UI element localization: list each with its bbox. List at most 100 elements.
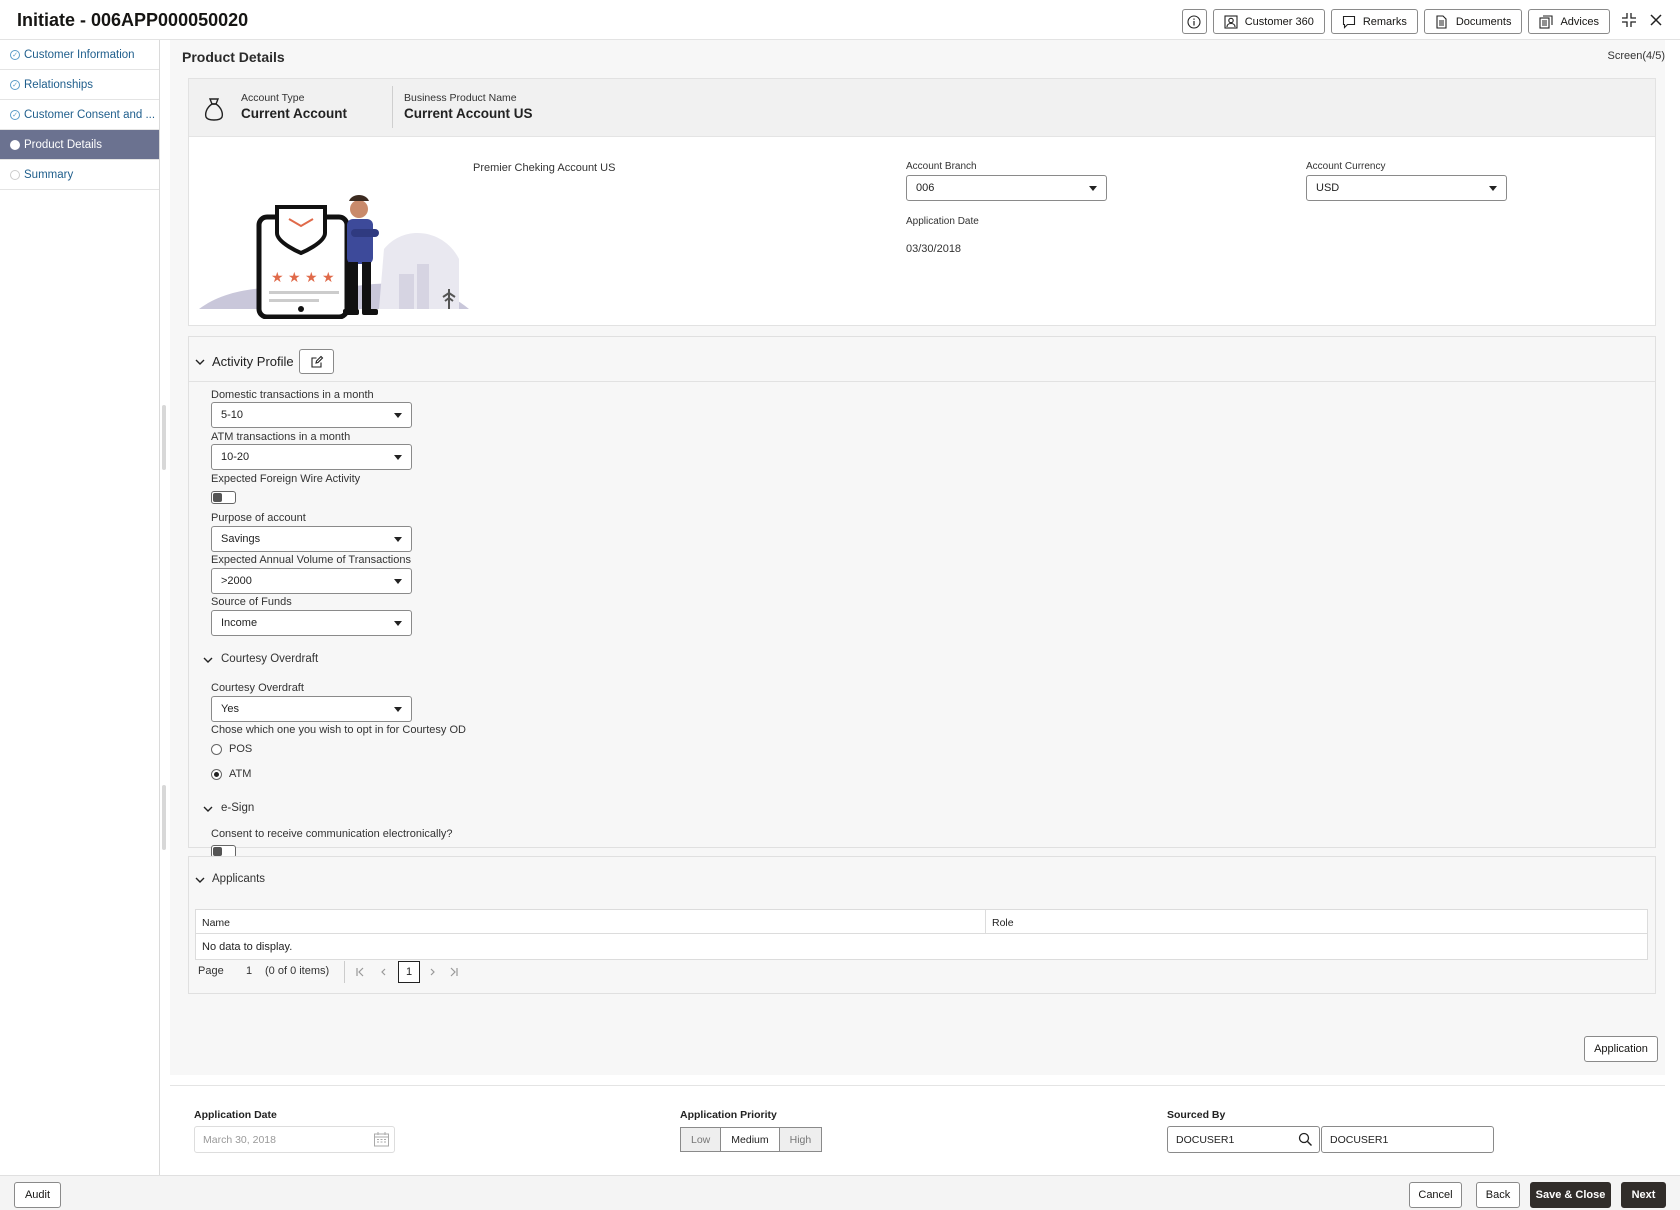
application-date-label: Application Date <box>906 216 979 227</box>
nav-item-customer-consent[interactable]: ✓ Customer Consent and ... <box>0 100 159 130</box>
activity-profile-section: Activity Profile Domestic transactions i… <box>188 336 1656 858</box>
account-branch-value: 006 <box>916 182 935 194</box>
search-icon[interactable] <box>1298 1132 1313 1147</box>
previous-page-icon[interactable] <box>379 967 389 977</box>
first-page-icon[interactable] <box>355 967 365 977</box>
remarks-button[interactable]: Remarks <box>1330 9 1418 34</box>
chevron-down-icon[interactable] <box>203 804 213 814</box>
dropdown-caret-icon <box>394 707 402 712</box>
courtesy-overdraft-select[interactable]: Yes <box>211 696 412 722</box>
priority-low[interactable]: Low <box>680 1127 722 1152</box>
account-type-label: Account Type <box>241 92 305 104</box>
priority-medium[interactable]: Medium <box>720 1127 780 1152</box>
customer-360-label: Customer 360 <box>1244 15 1314 28</box>
product-illustration: ★ ★ ★ ★ <box>199 195 469 319</box>
check-icon: ✓ <box>10 109 20 120</box>
document-icon <box>1436 14 1447 29</box>
nav-item-summary[interactable]: Summary <box>0 160 159 190</box>
table-header: Name Role <box>196 910 1647 934</box>
audit-button[interactable]: Audit <box>14 1182 61 1208</box>
advices-label: Advices <box>1560 15 1599 28</box>
applicants-section: Applicants Name Role No data to display.… <box>188 856 1656 994</box>
cancel-button[interactable]: Cancel <box>1409 1182 1462 1208</box>
opt-pos-radio[interactable] <box>211 744 222 755</box>
next-page-icon[interactable] <box>427 967 437 977</box>
domestic-transactions-select[interactable]: 5-10 <box>211 402 412 428</box>
nav-item-relationships[interactable]: ✓ Relationships <box>0 70 159 100</box>
sidebar-scroll-handle[interactable] <box>162 785 166 850</box>
source-of-funds-label: Source of Funds <box>211 596 292 608</box>
column-header-role[interactable]: Role <box>986 910 1014 933</box>
courtesy-overdraft-label: Courtesy Overdraft <box>211 682 304 694</box>
train-stop-navigation: ✓ Customer Information ✓ Relationships ✓… <box>0 40 160 1175</box>
back-button[interactable]: Back <box>1476 1182 1520 1208</box>
customer-360-button[interactable]: Customer 360 <box>1212 9 1325 34</box>
sidebar-scroll-handle[interactable] <box>162 405 166 470</box>
dropdown-caret-icon <box>394 413 402 418</box>
last-page-icon[interactable] <box>449 967 459 977</box>
save-close-button[interactable]: Save & Close <box>1530 1182 1611 1208</box>
column-header-name[interactable]: Name <box>196 910 986 933</box>
nav-item-label: Product Details <box>24 138 102 151</box>
sourced-by-input[interactable]: DOCUSER1 <box>1167 1126 1320 1153</box>
account-currency-select[interactable]: USD <box>1306 175 1507 201</box>
consent-label: Consent to receive communication electro… <box>211 828 453 840</box>
account-currency-label: Account Currency <box>1306 161 1386 172</box>
next-button[interactable]: Next <box>1621 1182 1666 1208</box>
priority-high[interactable]: High <box>778 1127 823 1152</box>
atm-transactions-select[interactable]: 10-20 <box>211 444 412 470</box>
info-icon <box>1187 14 1201 29</box>
account-type-value: Current Account <box>241 106 348 121</box>
advices-button[interactable]: Advices <box>1528 9 1610 34</box>
remarks-label: Remarks <box>1362 15 1407 28</box>
business-product-label: Business Product Name <box>404 92 517 104</box>
info-button[interactable] <box>1181 9 1207 34</box>
calendar-icon[interactable] <box>373 1131 390 1148</box>
page-title: Product Details <box>182 49 285 65</box>
edit-icon <box>310 355 323 368</box>
divider <box>189 381 1655 382</box>
screen-indicator: Screen(4/5) <box>1607 50 1665 62</box>
application-date-value: 03/30/2018 <box>906 243 962 255</box>
svg-text:★ ★ ★ ★: ★ ★ ★ ★ <box>271 270 335 286</box>
atm-transactions-label: ATM transactions in a month <box>211 431 351 443</box>
account-branch-select[interactable]: 006 <box>906 175 1107 201</box>
documents-button[interactable]: Documents <box>1423 9 1523 34</box>
current-page-button[interactable]: 1 <box>398 961 420 983</box>
pagination-items-count: (0 of 0 items) <box>265 965 330 977</box>
chevron-down-icon[interactable] <box>195 357 205 367</box>
opt-atm-label: ATM <box>229 768 252 780</box>
pagination-page-label: Page <box>198 965 224 977</box>
source-of-funds-value: Income <box>221 617 258 629</box>
dropdown-caret-icon <box>1489 186 1497 191</box>
nav-item-product-details[interactable]: Product Details <box>0 130 159 160</box>
chevron-down-icon[interactable] <box>203 655 213 665</box>
priority-segmented-control: Low Medium High <box>680 1127 823 1152</box>
app-header: Initiate - 006APP000050020 Customer 360 … <box>0 0 1680 40</box>
foreign-wire-label: Expected Foreign Wire Activity <box>211 473 361 485</box>
edit-activity-profile-button[interactable] <box>299 349 334 374</box>
application-footer-form: Application Date March 30, 2018 Applicat… <box>170 1085 1665 1175</box>
minimize-button[interactable] <box>1620 11 1638 29</box>
foreign-wire-toggle[interactable] <box>211 491 236 504</box>
chevron-down-icon[interactable] <box>195 875 205 885</box>
opt-pos-label: POS <box>229 743 253 755</box>
priority-label: Application Priority <box>680 1109 777 1121</box>
sourced-by-name-value: DOCUSER1 <box>1330 1134 1389 1146</box>
product-summary-header: Account Type Current Account Business Pr… <box>189 79 1655 137</box>
advices-icon <box>1539 14 1554 29</box>
close-button[interactable] <box>1647 11 1665 29</box>
annual-volume-select[interactable]: >2000 <box>211 568 412 594</box>
close-icon <box>1650 14 1662 26</box>
product-name: Premier Cheking Account US <box>473 162 616 174</box>
application-button[interactable]: Application <box>1584 1036 1658 1062</box>
sourced-by-name-input[interactable]: DOCUSER1 <box>1321 1126 1494 1153</box>
opt-atm-radio[interactable] <box>211 769 222 780</box>
purpose-select[interactable]: Savings <box>211 526 412 552</box>
applicants-title: Applicants <box>212 873 266 885</box>
footer-application-date-input[interactable]: March 30, 2018 <box>194 1126 395 1153</box>
comment-icon <box>1342 15 1355 29</box>
account-branch-label: Account Branch <box>906 161 977 172</box>
nav-item-customer-information[interactable]: ✓ Customer Information <box>0 40 159 70</box>
source-of-funds-select[interactable]: Income <box>211 610 412 636</box>
